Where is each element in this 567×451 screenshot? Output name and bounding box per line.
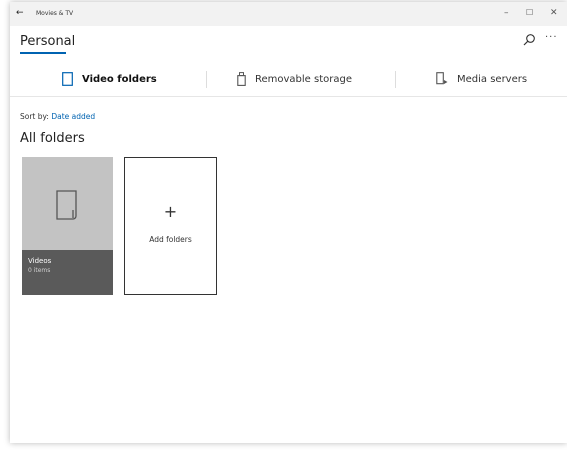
app-title: Movies & TV (36, 10, 74, 17)
sort-row: Sort by: Date added (20, 112, 95, 122)
plus-icon: + (163, 202, 178, 221)
folder-item-count: 0 items (28, 267, 51, 274)
tab-divider (395, 71, 396, 88)
more-options-button[interactable]: ··· (545, 32, 558, 44)
close-button[interactable]: ✕ (550, 8, 558, 18)
title-bar: ← Movies & TV – ☐ ✕ (10, 2, 567, 26)
tab-video-folders[interactable]: Video folders (62, 64, 157, 94)
sort-label: Sort by: (20, 112, 49, 121)
media-server-icon (436, 72, 448, 86)
app-window: ← Movies & TV – ☐ ✕ Personal ··· Video f… (10, 2, 567, 443)
pivot-tabs: Video folders Removable storage Media se… (10, 64, 567, 94)
page-title[interactable]: Personal (20, 33, 75, 50)
folder-tile-videos[interactable]: Videos 0 items (22, 157, 113, 295)
add-folders-tile[interactable]: + Add folders (124, 157, 217, 295)
maximize-button[interactable]: ☐ (526, 8, 533, 18)
tab-removable-storage[interactable]: Removable storage (237, 64, 352, 94)
back-button[interactable]: ← (16, 8, 24, 18)
tile-label-area: Videos 0 items (22, 250, 113, 295)
search-button[interactable] (522, 32, 536, 46)
sort-dropdown[interactable]: Date added (51, 112, 95, 121)
folder-icon (56, 190, 80, 224)
folder-name: Videos (28, 257, 52, 265)
search-icon (523, 34, 535, 46)
minimize-button[interactable]: – (504, 8, 509, 18)
section-title: All folders (20, 131, 85, 146)
tab-label: Media servers (457, 73, 528, 85)
tab-label: Video folders (82, 73, 157, 85)
tabs-divider-line (10, 96, 567, 97)
title-underline (20, 52, 66, 54)
tab-label: Removable storage (255, 73, 353, 85)
folder-icon (62, 72, 73, 86)
add-folders-label: Add folders (149, 235, 192, 244)
usb-drive-icon (237, 72, 246, 86)
tab-divider (206, 71, 207, 88)
tab-media-servers[interactable]: Media servers (436, 64, 527, 94)
